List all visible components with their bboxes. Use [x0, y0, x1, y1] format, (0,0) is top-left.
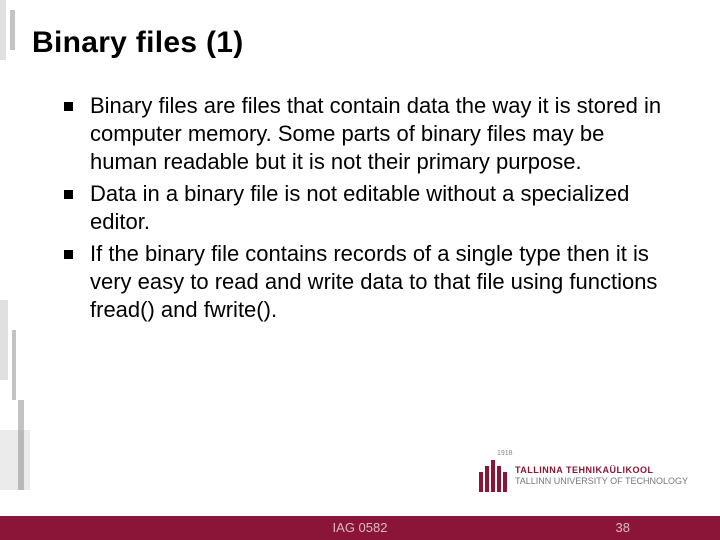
- bullet-item: Data in a binary file is not editable wi…: [58, 180, 664, 236]
- bullet-item: Binary files are files that contain data…: [58, 92, 664, 176]
- logo-text: TALLINNA TEHNIKAÜLIKOOL TALLINN UNIVERSI…: [515, 465, 688, 487]
- university-logo: 1918 TALLINNA TEHNIKAÜLIKOOL TALLINN UNI…: [479, 460, 688, 492]
- slide: Binary files (1) Binary files are files …: [0, 0, 720, 540]
- page-number: 38: [616, 520, 630, 535]
- logo-mark-icon: [479, 460, 507, 492]
- footer-bar: IAG 0582 38: [0, 516, 720, 540]
- bullet-list: Binary files are files that contain data…: [58, 92, 664, 324]
- logo-name-et: TALLINNA TEHNIKAÜLIKOOL: [515, 465, 688, 476]
- course-code: IAG 0582: [0, 520, 720, 535]
- bullet-item: If the binary file contains records of a…: [58, 240, 664, 324]
- logo-year: 1918: [497, 450, 513, 457]
- slide-title: Binary files (1): [32, 26, 244, 60]
- logo-name-en: TALLINN UNIVERSITY OF TECHNOLOGY: [515, 476, 688, 487]
- slide-body: Binary files are files that contain data…: [58, 92, 664, 328]
